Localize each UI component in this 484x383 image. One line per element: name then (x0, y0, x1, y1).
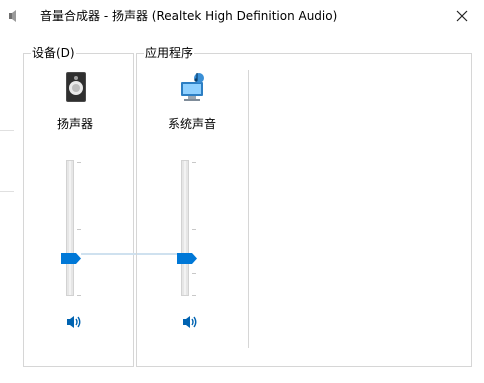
applications-group-label: 应用程序 (144, 45, 195, 61)
system-sounds-volume-thumb[interactable] (177, 249, 197, 264)
speaker-icon (7, 8, 23, 24)
device-mute-button[interactable] (64, 314, 84, 332)
device-group-label: 设备(D) (31, 45, 76, 61)
system-sounds-volume-slider[interactable] (181, 160, 189, 296)
close-icon (456, 7, 468, 26)
slider-tick (192, 229, 196, 230)
speaker-device-icon[interactable] (59, 70, 93, 104)
slider-tick (192, 162, 196, 163)
volume-icon (66, 314, 82, 333)
volume-mixer-window: 音量合成器 - 扬声器 (Realtek High Definition Aud… (0, 0, 484, 383)
slider-tick (77, 229, 81, 230)
app-channel-name: 系统声音 (167, 117, 216, 131)
device-volume-slider[interactable] (66, 160, 74, 296)
device-channel-name: 扬声器 (56, 117, 93, 131)
device-volume-thumb[interactable] (61, 249, 81, 264)
slider-tick (77, 295, 81, 296)
title-bar: 音量合成器 - 扬声器 (Realtek High Definition Aud… (0, 0, 484, 32)
window-title: 音量合成器 - 扬声器 (Realtek High Definition Aud… (40, 9, 338, 23)
slider-tick (77, 162, 81, 163)
volume-icon (182, 314, 198, 333)
close-button[interactable] (440, 0, 484, 32)
system-sounds-icon[interactable] (175, 70, 209, 104)
slider-tick (192, 295, 196, 296)
slider-tick (192, 273, 196, 274)
scroll-edge (0, 130, 14, 192)
system-sounds-mute-button[interactable] (180, 314, 200, 332)
applications-divider (248, 70, 249, 348)
